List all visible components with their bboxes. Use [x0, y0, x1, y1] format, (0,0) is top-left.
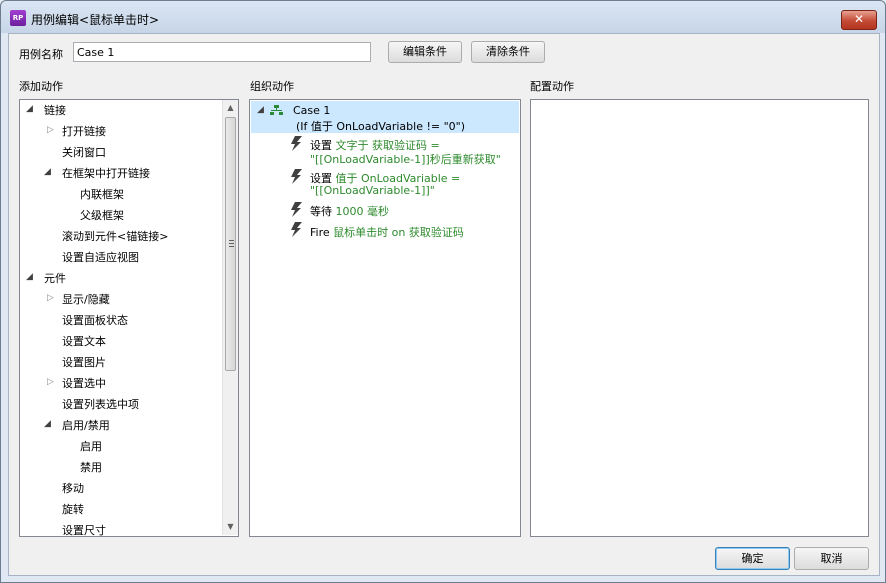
tree-item-set-list-selection[interactable]: 设置列表选中项	[62, 397, 139, 413]
action-detail: 1000 毫秒	[335, 205, 390, 218]
tree-item-set-image[interactable]: 设置图片	[62, 355, 106, 371]
dialog-content: 用例名称 Case 1 编辑条件 清除条件 添加动作 组织动作 配置动作 ◢ 链…	[8, 33, 880, 576]
tree-item-scroll-to-widget[interactable]: 滚动到元件<锚链接>	[62, 229, 168, 245]
action-item[interactable]: Fire 鼠标单击时 on 获取验证码	[310, 224, 464, 240]
tree-item-set-panel-state[interactable]: 设置面板状态	[62, 313, 128, 329]
tree-item-set-text[interactable]: 设置文本	[62, 334, 106, 350]
axure-app-icon: RP	[10, 10, 26, 26]
close-button[interactable]: ✕	[841, 10, 877, 30]
edit-conditions-button[interactable]: 编辑条件	[388, 41, 462, 63]
action-detail-continued: "[[OnLoadVariable-1]]"	[310, 184, 435, 197]
configure-action-heading: 配置动作	[530, 80, 574, 93]
case-name-input[interactable]: Case 1	[73, 42, 371, 62]
tree-item-open-link-in-frame[interactable]: 在框架中打开链接	[62, 166, 150, 182]
action-lightning-icon	[291, 169, 302, 184]
window-title: 用例编辑<鼠标单击时>	[31, 13, 160, 27]
clear-conditions-button[interactable]: 清除条件	[471, 41, 545, 63]
close-icon: ✕	[853, 12, 865, 26]
title-bar: RP 用例编辑<鼠标单击时> ✕	[1, 1, 885, 33]
tree-item-open-link[interactable]: 打开链接	[62, 124, 106, 140]
expand-icon[interactable]: ▷	[47, 293, 54, 303]
tree-item-enable-disable[interactable]: 启用/禁用	[62, 418, 110, 434]
collapse-icon[interactable]: ◢	[44, 419, 51, 429]
tree-item-show-hide[interactable]: 显示/隐藏	[62, 292, 110, 308]
collapse-icon[interactable]: ◢	[26, 272, 33, 282]
action-lightning-icon	[291, 136, 302, 151]
expand-icon[interactable]: ▷	[47, 377, 54, 387]
action-verb: Fire	[310, 226, 330, 239]
action-lightning-icon	[291, 202, 302, 217]
tree-item-set-selected[interactable]: 设置选中	[62, 376, 106, 392]
tree-item-move[interactable]: 移动	[62, 481, 84, 497]
tree-item-parent-frame[interactable]: 父级框架	[80, 208, 124, 224]
organize-actions-heading: 组织动作	[250, 80, 294, 93]
action-detail-continued: "[[OnLoadVariable-1]]秒后重新获取"	[310, 153, 501, 166]
collapse-icon[interactable]: ◢	[44, 167, 51, 177]
tree-item-links[interactable]: 链接	[44, 103, 66, 119]
expand-icon[interactable]: ▷	[47, 125, 54, 135]
scroll-thumb[interactable]	[225, 117, 236, 371]
collapse-icon[interactable]: ◢	[257, 105, 264, 115]
vertical-scrollbar[interactable]: ▲ ▼	[222, 100, 238, 535]
case-row[interactable]: ◢ Case 1 (If 值于 OnLoadVariable != "0")	[251, 101, 519, 133]
add-actions-panel: ◢ 链接 ▷ 打开链接 关闭窗口 ◢ 在框架中打开链接 内联框架 父级框架 滚动…	[19, 99, 239, 537]
ok-button[interactable]: 确定	[715, 547, 790, 570]
scroll-down-arrow-icon[interactable]: ▼	[223, 519, 238, 534]
tree-item-rotate[interactable]: 旋转	[62, 502, 84, 518]
tree-item-set-size[interactable]: 设置尺寸	[62, 523, 106, 539]
tree-item-inline-frame[interactable]: 内联框架	[80, 187, 124, 203]
collapse-icon[interactable]: ◢	[26, 104, 33, 114]
tree-item-set-adaptive-view[interactable]: 设置自适应视图	[62, 250, 139, 266]
action-lightning-icon	[291, 222, 302, 237]
scroll-up-arrow-icon[interactable]: ▲	[223, 100, 238, 115]
case-condition: (If 值于 OnLoadVariable != "0")	[296, 120, 465, 133]
case-name-label: 用例名称	[19, 48, 63, 61]
case-tree-icon	[270, 105, 283, 115]
case-title: Case 1	[293, 104, 331, 117]
organize-actions-panel: ◢ Case 1 (If 值于 OnLoadVariable != "0") 设…	[249, 99, 521, 537]
tree-item-enable[interactable]: 启用	[80, 439, 102, 455]
tree-item-close-window[interactable]: 关闭窗口	[62, 145, 106, 161]
configure-action-panel[interactable]	[530, 99, 869, 537]
action-detail: 鼠标单击时 on 获取验证码	[333, 226, 464, 239]
add-actions-heading: 添加动作	[19, 80, 63, 93]
case-editor-window: RP 用例编辑<鼠标单击时> ✕ 用例名称 Case 1 编辑条件 清除条件 添…	[0, 0, 886, 583]
action-item[interactable]: 等待 1000 毫秒	[310, 203, 389, 219]
tree-item-disable[interactable]: 禁用	[80, 460, 102, 476]
tree-item-widgets[interactable]: 元件	[44, 271, 66, 287]
cancel-button[interactable]: 取消	[794, 547, 869, 570]
action-verb: 等待	[310, 205, 332, 218]
